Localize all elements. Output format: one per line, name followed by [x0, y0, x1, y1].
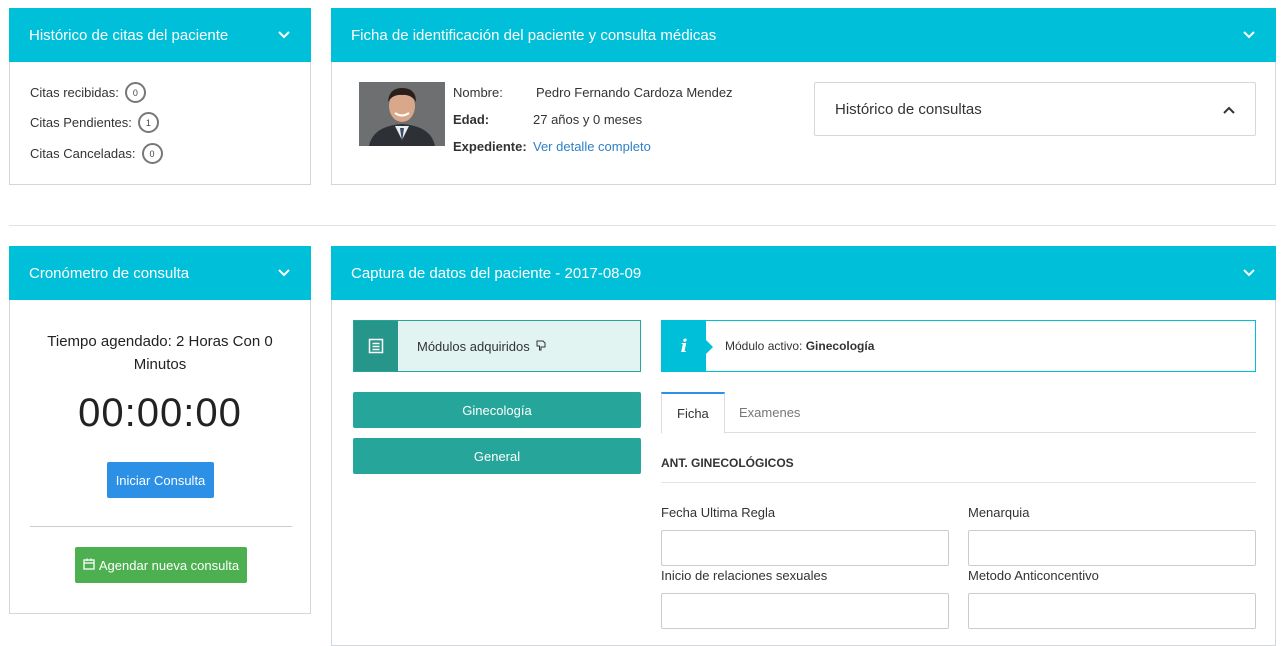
capture-tabs: Ficha Examenes	[661, 392, 1256, 434]
calendar-icon	[83, 558, 95, 573]
schedule-consultation-button[interactable]: Agendar nueva consulta	[75, 547, 247, 583]
panel-title: Cronómetro de consulta	[29, 264, 190, 282]
stat-citas-canceladas: Citas Canceladas: 0	[30, 143, 163, 164]
hand-pointer-down-icon	[535, 339, 547, 354]
tab-ficha[interactable]: Ficha	[661, 392, 725, 434]
stat-label: Citas Pendientes:	[30, 115, 132, 130]
field-label-metodo-anticoncentivo: Metodo Anticoncentivo	[968, 568, 1099, 583]
stat-citas-pendientes: Citas Pendientes: 1	[30, 112, 159, 133]
consultations-history-toggle[interactable]: Histórico de consultas	[814, 82, 1256, 136]
chevron-down-icon[interactable]	[277, 266, 291, 280]
field-label-inicio-relaciones: Inicio de relaciones sexuales	[661, 568, 828, 583]
start-consultation-button[interactable]: Iniciar Consulta	[107, 462, 214, 498]
timer-panel: Cronómetro de consulta Tiempo agendado: …	[9, 246, 311, 614]
chevron-down-icon[interactable]	[277, 28, 291, 42]
count-badge: 0	[141, 143, 163, 164]
panel-title: Captura de datos del paciente - 2017-08-…	[351, 264, 642, 282]
tab-examenes[interactable]: Examenes	[724, 392, 815, 433]
count-badge: 1	[137, 112, 159, 133]
consultations-history-label: Histórico de consultas	[835, 100, 982, 118]
active-module-box: i Módulo activo: Ginecología	[661, 320, 1256, 372]
patient-id-header[interactable]: Ficha de identificación del paciente y c…	[331, 8, 1276, 62]
stat-label: Citas recibidas:	[30, 85, 119, 100]
patient-age-label: Edad:	[453, 112, 490, 127]
timer-display: 00:00:00	[78, 391, 242, 435]
chevron-down-icon[interactable]	[1242, 28, 1256, 42]
count-badge: 0	[124, 82, 146, 103]
timer-divider	[30, 526, 292, 527]
metodo-anticoncentivo-input[interactable]	[968, 593, 1256, 629]
citas-history-panel: Histórico de citas del paciente Citas re…	[9, 8, 311, 185]
acquired-modules-label: Módulos adquiridos	[417, 338, 530, 354]
chevron-up-icon[interactable]	[1223, 101, 1235, 118]
acquired-modules-box: Módulos adquiridos	[353, 320, 641, 372]
scheduled-time: Tiempo agendado: 2 Horas Con 0 Minutos	[10, 330, 310, 376]
data-capture-header[interactable]: Captura de datos del paciente - 2017-08-…	[331, 246, 1276, 300]
chevron-down-icon[interactable]	[1242, 266, 1256, 280]
inicio-relaciones-input[interactable]	[661, 593, 949, 629]
schedule-consultation-label: Agendar nueva consulta	[98, 557, 240, 573]
stat-citas-recibidas: Citas recibidas: 0	[30, 82, 146, 103]
citas-history-header[interactable]: Histórico de citas del paciente	[9, 8, 311, 62]
patient-name-label: Nombre:	[453, 85, 503, 100]
info-icon: i	[662, 321, 713, 371]
field-label-menarquia: Menarquia	[968, 505, 1030, 520]
patient-photo	[359, 82, 445, 146]
timer-header[interactable]: Cronómetro de consulta	[9, 246, 311, 300]
data-capture-panel: Captura de datos del paciente - 2017-08-…	[331, 246, 1276, 646]
active-module-text: Módulo activo: Ginecología	[706, 339, 874, 353]
panel-title: Ficha de identificación del paciente y c…	[351, 26, 717, 44]
view-full-detail-link[interactable]: Ver detalle completo	[533, 139, 651, 154]
patient-age-value: 27 años y 0 meses	[533, 112, 643, 127]
field-label-fecha-ultima-regla: Fecha Ultima Regla	[661, 505, 776, 520]
menarquia-input[interactable]	[968, 530, 1256, 566]
patient-name-value: Pedro Fernando Cardoza Mendez	[536, 85, 733, 100]
active-module-value: Ginecología	[805, 339, 875, 353]
list-icon	[354, 321, 398, 371]
patient-record-label: Expediente:	[453, 139, 527, 154]
section-title: ANT. GINECOLÓGICOS	[661, 456, 794, 470]
stat-label: Citas Canceladas:	[30, 146, 136, 161]
scheduled-time-text: Tiempo agendado: 2 Horas Con 0 Minutos	[47, 333, 273, 373]
active-module-prefix: Módulo activo:	[725, 339, 803, 353]
patient-id-panel: Ficha de identificación del paciente y c…	[331, 8, 1276, 185]
module-general-button[interactable]: General	[353, 438, 641, 474]
module-ginecologia-button[interactable]: Ginecología	[353, 392, 641, 428]
section-divider	[661, 482, 1256, 483]
fecha-ultima-regla-input[interactable]	[661, 530, 949, 566]
section-divider	[9, 225, 1276, 226]
panel-title: Histórico de citas del paciente	[29, 26, 229, 44]
